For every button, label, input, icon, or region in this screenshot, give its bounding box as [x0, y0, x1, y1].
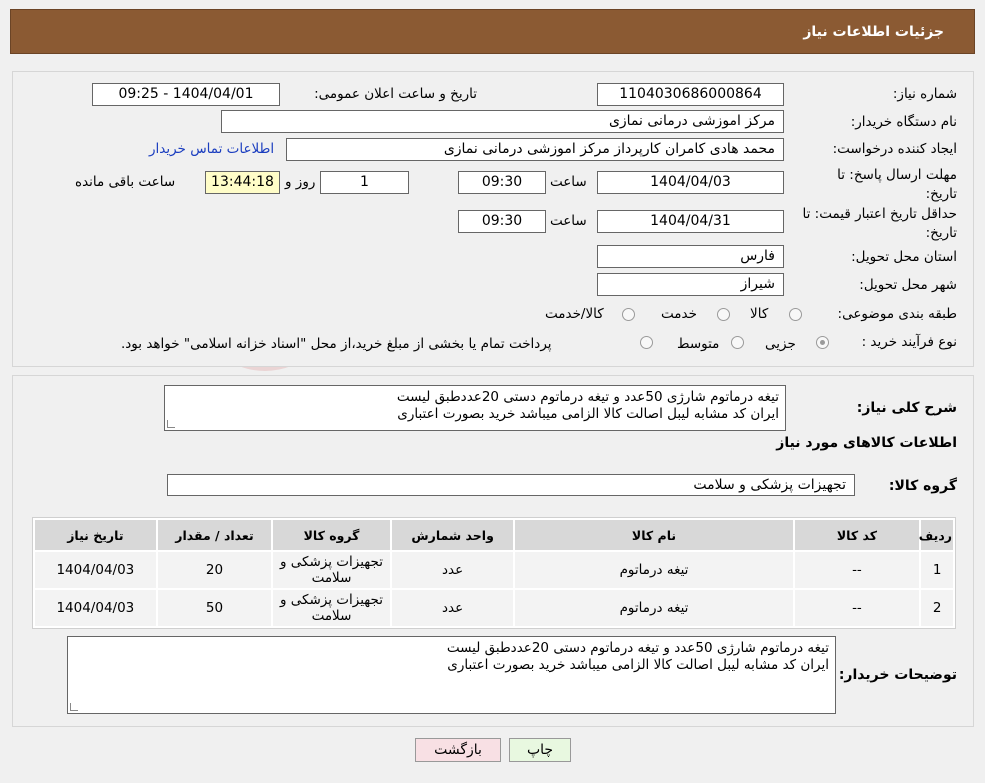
announce-field: 1404/04/01 - 09:25 — [92, 83, 280, 106]
items-section-title: اطلاعات کالاهای مورد نیاز — [776, 435, 957, 451]
buyer-notes-line-2: ایران کد مشابه لیبل اصالت کالا الزامی می… — [447, 657, 829, 673]
goods-group-field: تجهیزات پزشکی و سلامت — [167, 474, 855, 496]
creator-label: ایجاد کننده درخواست: — [832, 141, 957, 157]
table-row: 1 -- تیغه درماتوم عدد تجهیزات پزشکی و سل… — [35, 552, 953, 588]
creator-field: محمد هادی کامران کارپرداز مرکز اموزشی در… — [286, 138, 784, 161]
validity-date-field: 1404/04/31 — [597, 210, 784, 233]
purchase-radio-minor[interactable] — [816, 336, 829, 349]
purchase-radio-treasury[interactable] — [640, 336, 653, 349]
description-textarea[interactable]: تیغه درماتوم شارژی 50عدد و تیغه درماتوم … — [164, 385, 786, 431]
resize-grip-icon[interactable] — [70, 703, 78, 711]
city-label: شهر محل تحویل: — [859, 277, 957, 293]
description-line-2: ایران کد مشابه لیبل اصالت کالا الزامی می… — [397, 406, 779, 422]
table-row: 2 -- تیغه درماتوم عدد تجهیزات پزشکی و سل… — [35, 590, 953, 626]
deadline-label: مهلت ارسال پاسخ: تا تاریخ: — [837, 167, 957, 202]
category-option-goods-service: کالا/خدمت — [545, 306, 604, 322]
items-table: ردیف کد کالا نام کالا واحد شمارش گروه کا… — [32, 517, 956, 629]
col-item-group: گروه کالا — [273, 520, 390, 550]
deadline-time-label: ساعت — [550, 174, 587, 190]
cell-row-number: 2 — [921, 590, 953, 626]
days-label: روز و — [285, 174, 316, 190]
city-field: شیراز — [597, 273, 784, 296]
category-label: طبقه بندی موضوعی: — [837, 306, 957, 322]
announce-label: تاریخ و ساعت اعلان عمومی: — [314, 86, 477, 102]
province-field: فارس — [597, 245, 784, 268]
cell-need-date: 1404/04/03 — [35, 552, 156, 588]
col-quantity: تعداد / مقدار — [157, 520, 272, 550]
table-header-row: ردیف کد کالا نام کالا واحد شمارش گروه کا… — [35, 520, 953, 550]
purchase-radio-medium[interactable] — [731, 336, 744, 349]
cell-row-number: 1 — [921, 552, 953, 588]
cell-quantity: 50 — [157, 590, 272, 626]
back-button[interactable]: بازگشت — [415, 738, 501, 762]
validity-time-label: ساعت — [550, 213, 587, 229]
purchase-option-medium: متوسط — [677, 336, 720, 352]
deadline-time-field: 09:30 — [458, 171, 546, 194]
page-title: جزئیات اطلاعات نیاز — [803, 24, 944, 40]
cell-quantity: 20 — [157, 552, 272, 588]
need-info-panel: شماره نیاز: 1104030686000864 تاریخ و ساع… — [12, 71, 974, 367]
description-line-1: تیغه درماتوم شارژی 50عدد و تیغه درماتوم … — [396, 389, 779, 405]
remaining-time-field: 13:44:18 — [205, 171, 280, 194]
category-option-goods: کالا — [750, 306, 769, 322]
validity-time-field: 09:30 — [458, 210, 546, 233]
purchase-option-minor: جزیی — [765, 336, 796, 352]
buyer-notes-label: توضیحات خریدار: — [838, 667, 957, 683]
buyer-org-field: مرکز اموزشی درمانی نمازی — [221, 110, 784, 133]
category-radio-service[interactable] — [717, 308, 730, 321]
buyer-org-label: نام دستگاه خریدار: — [850, 114, 957, 130]
print-button[interactable]: چاپ — [509, 738, 571, 762]
category-option-service: خدمت — [661, 306, 697, 322]
purchase-type-label: نوع فرآیند خرید : — [861, 334, 957, 350]
buyer-contact-link[interactable]: اطلاعات تماس خریدار — [149, 141, 274, 157]
purchase-note: پرداخت تمام یا بخشی از مبلغ خرید،از محل … — [121, 336, 552, 352]
cell-need-date: 1404/04/03 — [35, 590, 156, 626]
buyer-notes-line-1: تیغه درماتوم شارژی 50عدد و تیغه درماتوم … — [446, 640, 829, 656]
cell-unit: عدد — [391, 552, 514, 588]
col-item-code: کد کالا — [794, 520, 920, 550]
cell-item-group: تجهیزات پزشکی و سلامت — [273, 590, 390, 626]
category-radio-goods-service[interactable] — [622, 308, 635, 321]
cell-unit: عدد — [391, 590, 514, 626]
col-unit: واحد شمارش — [391, 520, 514, 550]
province-label: استان محل تحویل: — [851, 249, 957, 265]
need-number-field: 1104030686000864 — [597, 83, 784, 106]
goods-group-label: گروه کالا: — [888, 478, 957, 494]
resize-grip-icon[interactable] — [167, 420, 175, 428]
page-header: جزئیات اطلاعات نیاز — [10, 9, 975, 54]
cell-item-code: -- — [794, 590, 920, 626]
buyer-notes-textarea[interactable]: تیغه درماتوم شارژی 50عدد و تیغه درماتوم … — [67, 636, 836, 714]
col-need-date: تاریخ نیاز — [35, 520, 156, 550]
validity-label: حداقل تاریخ اعتبار قیمت: تا تاریخ: — [802, 206, 957, 241]
deadline-date-field: 1404/04/03 — [597, 171, 784, 194]
col-item-name: نام کالا — [515, 520, 793, 550]
cell-item-code: -- — [794, 552, 920, 588]
category-radio-goods[interactable] — [789, 308, 802, 321]
cell-item-name: تیغه درماتوم — [515, 590, 793, 626]
items-panel: شرح کلی نیاز: تیغه درماتوم شارژی 50عدد و… — [12, 375, 974, 727]
description-label: شرح کلی نیاز: — [856, 400, 957, 416]
need-number-label: شماره نیاز: — [892, 86, 957, 102]
days-field: 1 — [320, 171, 409, 194]
cell-item-name: تیغه درماتوم — [515, 552, 793, 588]
cell-item-group: تجهیزات پزشکی و سلامت — [273, 552, 390, 588]
col-row-number: ردیف — [919, 520, 953, 550]
remaining-label: ساعت باقی مانده — [75, 174, 176, 190]
